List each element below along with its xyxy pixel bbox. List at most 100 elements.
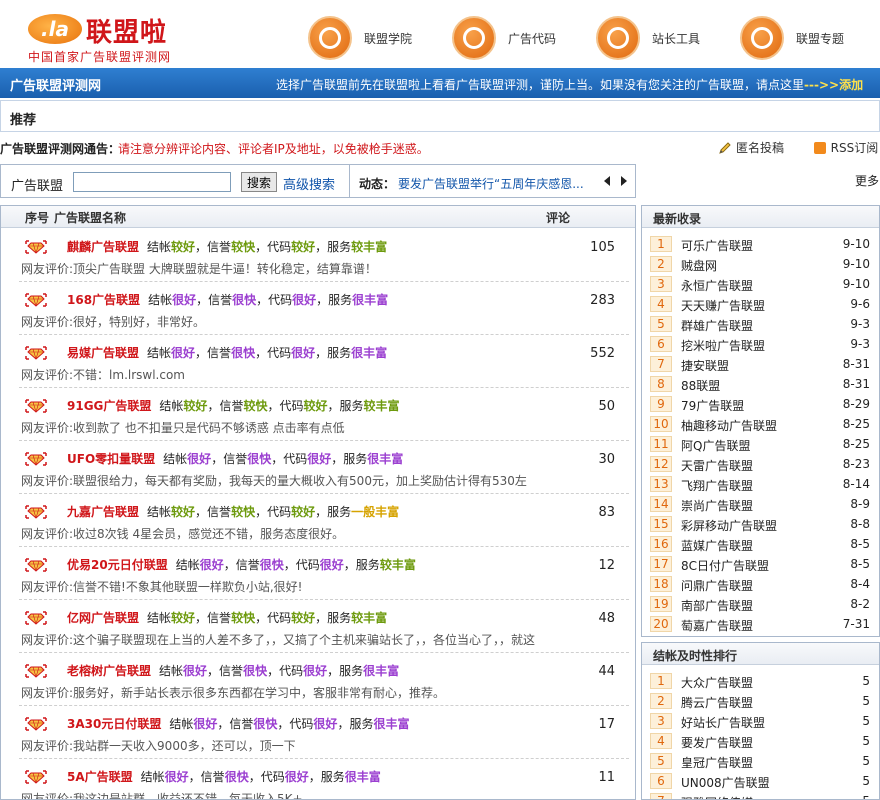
comment-count[interactable]: 30 bbox=[561, 452, 615, 467]
union-link[interactable]: 阿Q广告联盟 bbox=[681, 437, 750, 454]
union-link[interactable]: 永恒广告联盟 bbox=[681, 277, 753, 294]
union-name-link[interactable]: 麒麟广告联盟 bbox=[67, 240, 139, 254]
settle-score: 5 bbox=[862, 674, 870, 688]
anonymous-submit-link[interactable]: 匿名投稿 bbox=[736, 141, 784, 155]
notice-text: 请注意分辨评论内容、评论者IP及地址，以免被枪手迷惑。 bbox=[118, 142, 429, 156]
union-name-link[interactable]: 91GG广告联盟 bbox=[67, 399, 151, 413]
union-link[interactable]: 飞翔广告联盟 bbox=[681, 477, 753, 494]
diamond-icon bbox=[25, 505, 47, 519]
list-item: 11 阿Q广告联盟 8-25 bbox=[642, 434, 879, 454]
next-arrow-icon[interactable] bbox=[621, 176, 627, 186]
union-link[interactable]: 8C日付广告联盟 bbox=[681, 557, 769, 574]
union-link[interactable]: 天雷广告联盟 bbox=[681, 457, 753, 474]
service-rating: 较丰富 bbox=[379, 558, 416, 572]
comment-count[interactable]: 83 bbox=[561, 505, 615, 520]
union-link[interactable]: 皇冠广告联盟 bbox=[681, 754, 753, 771]
credit-rating: 很快 bbox=[247, 452, 272, 466]
nav-item-tools[interactable]: 站长工具 bbox=[596, 16, 716, 60]
nav-item-ad-code[interactable]: 广告代码 bbox=[452, 16, 572, 60]
union-link[interactable]: 79广告联盟 bbox=[681, 397, 744, 414]
add-union-link[interactable]: --->>添加 bbox=[804, 78, 863, 92]
union-link[interactable]: 要发广告联盟 bbox=[681, 734, 753, 751]
service-rating: 很丰富 bbox=[351, 346, 388, 360]
added-date: 8-25 bbox=[842, 437, 870, 451]
comment-count[interactable]: 105 bbox=[561, 240, 615, 255]
list-item: 7 捷安联盟 8-31 bbox=[642, 354, 879, 374]
row-title: 5A广告联盟 结帐很好，信誉很快，代码很好，服务很丰富 bbox=[67, 770, 381, 784]
news-ticker-link[interactable]: 要发广告联盟举行“五周年庆感恩... bbox=[398, 175, 584, 192]
advanced-search-link[interactable]: 高级搜索 bbox=[283, 174, 335, 193]
user-review: 网友评价:收过8次钱 4星会员，感觉还不错，服务态度很好。 bbox=[21, 527, 345, 541]
latest-panel: 最新收录 1 可乐广告联盟 9-10 2 贼盘网 9-10 3 永恒广告联盟 9-10 4 天天赚广… bbox=[641, 205, 880, 637]
comment-count[interactable]: 50 bbox=[561, 399, 615, 414]
union-link[interactable]: 彩屏移动广告联盟 bbox=[681, 517, 777, 534]
union-link[interactable]: 崇尚广告联盟 bbox=[681, 497, 753, 514]
union-link[interactable]: 腾云广告联盟 bbox=[681, 694, 753, 711]
union-link[interactable]: 柚趣移动广告联盟 bbox=[681, 417, 777, 434]
table-row: 麒麟广告联盟 结帐较好，信誉较快，代码较好，服务较丰富 105 网友评价:顶尖广告联盟… bbox=[1, 229, 635, 282]
diamond-icon bbox=[25, 558, 47, 572]
union-link[interactable]: 问鼎广告联盟 bbox=[681, 577, 753, 594]
union-link[interactable]: 贼盘网 bbox=[681, 257, 717, 274]
table-row: 老榕树广告联盟 结帐很好，信誉很快，代码很好，服务很丰富 44 网友评价:服务好，新手… bbox=[1, 653, 635, 706]
prev-arrow-icon[interactable] bbox=[604, 176, 610, 186]
union-name-link[interactable]: 九嘉广告联盟 bbox=[67, 505, 139, 519]
row-title: 168广告联盟 结帐很好，信誉很快，代码很好，服务很丰富 bbox=[67, 293, 389, 307]
union-link[interactable]: 捷安联盟 bbox=[681, 357, 729, 374]
union-link[interactable]: 强雅网络传媒 bbox=[681, 794, 753, 799]
union-link[interactable]: 萄嘉广告联盟 bbox=[681, 617, 753, 634]
union-link[interactable]: 南部广告联盟 bbox=[681, 597, 753, 614]
union-link[interactable]: UN008广告联盟 bbox=[681, 774, 770, 791]
union-link[interactable]: 挖米啦广告联盟 bbox=[681, 337, 765, 354]
code-arrow-icon bbox=[452, 16, 496, 60]
comment-count[interactable]: 12 bbox=[561, 558, 615, 573]
site-logo[interactable]: .la 联盟啦 中国首家广告联盟评测网 bbox=[28, 12, 198, 64]
added-date: 9-10 bbox=[842, 277, 870, 291]
union-link[interactable]: 大众广告联盟 bbox=[681, 674, 753, 691]
comment-count[interactable]: 11 bbox=[561, 770, 615, 785]
rss-link[interactable]: RSS订阅 bbox=[831, 141, 879, 155]
union-link[interactable]: 可乐广告联盟 bbox=[681, 237, 753, 254]
credit-rating: 较快 bbox=[231, 611, 256, 625]
list-item: 4 天天赚广告联盟 9-6 bbox=[642, 294, 879, 314]
site-header: .la 联盟啦 中国首家广告联盟评测网 联盟学院 广告代码 站长工具 联盟专题 bbox=[0, 0, 880, 68]
union-link[interactable]: 好站长广告联盟 bbox=[681, 714, 765, 731]
rank-number: 15 bbox=[650, 516, 672, 532]
union-name-link[interactable]: 优易20元日付联盟 bbox=[67, 558, 168, 572]
union-name-link[interactable]: 易媒广告联盟 bbox=[67, 346, 139, 360]
settle-rating: 较好 bbox=[171, 240, 196, 254]
user-review: 网友评价:我站群一天收入9000多，还可以，顶一下 bbox=[21, 739, 296, 753]
union-link[interactable]: 88联盟 bbox=[681, 377, 720, 394]
more-link[interactable]: 更多 bbox=[855, 172, 879, 189]
search-button[interactable]: 搜索 bbox=[241, 172, 277, 192]
rss-icon bbox=[813, 141, 826, 154]
list-item: 5 皇冠广告联盟 5 bbox=[642, 751, 879, 771]
list-item: 10 柚趣移动广告联盟 8-25 bbox=[642, 414, 879, 434]
list-header: 序号 广告联盟名称 评论 bbox=[1, 206, 635, 228]
nav-item-topics[interactable]: 联盟专题 bbox=[740, 16, 860, 60]
union-name-link[interactable]: 5A广告联盟 bbox=[67, 770, 133, 784]
search-input[interactable] bbox=[73, 172, 231, 192]
union-name-link[interactable]: 168广告联盟 bbox=[67, 293, 140, 307]
union-link[interactable]: 蓝媒广告联盟 bbox=[681, 537, 753, 554]
comment-count[interactable]: 44 bbox=[561, 664, 615, 679]
diamond-icon bbox=[25, 611, 47, 625]
union-name-link[interactable]: UFO零扣量联盟 bbox=[67, 452, 155, 466]
union-name-link[interactable]: 3A30元日付联盟 bbox=[67, 717, 161, 731]
union-name-link[interactable]: 老榕树广告联盟 bbox=[67, 664, 151, 678]
row-title: UFO零扣量联盟 结帐很好，信誉很快，代码很好，服务很丰富 bbox=[67, 452, 404, 466]
settle-rating: 很好 bbox=[164, 770, 189, 784]
comment-count[interactable]: 48 bbox=[561, 611, 615, 626]
nav-item-academy[interactable]: 联盟学院 bbox=[308, 16, 428, 60]
code-rating: 很好 bbox=[319, 558, 344, 572]
ranking-panel: 结帐及时性排行 1 大众广告联盟 5 2 腾云广告联盟 5 3 好站长广告联盟 5 4 要发广告联盟… bbox=[641, 642, 880, 800]
comment-count[interactable]: 552 bbox=[561, 346, 615, 361]
union-link[interactable]: 天天赚广告联盟 bbox=[681, 297, 765, 314]
union-link[interactable]: 群雄广告联盟 bbox=[681, 317, 753, 334]
union-name-link[interactable]: 亿网广告联盟 bbox=[67, 611, 139, 625]
comment-count[interactable]: 283 bbox=[561, 293, 615, 308]
comment-count[interactable]: 17 bbox=[561, 717, 615, 732]
row-title: 亿网广告联盟 结帐较好，信誉较快，代码较好，服务较丰富 bbox=[67, 611, 388, 625]
rank-number: 7 bbox=[650, 793, 672, 799]
settle-rating: 很好 bbox=[172, 293, 197, 307]
